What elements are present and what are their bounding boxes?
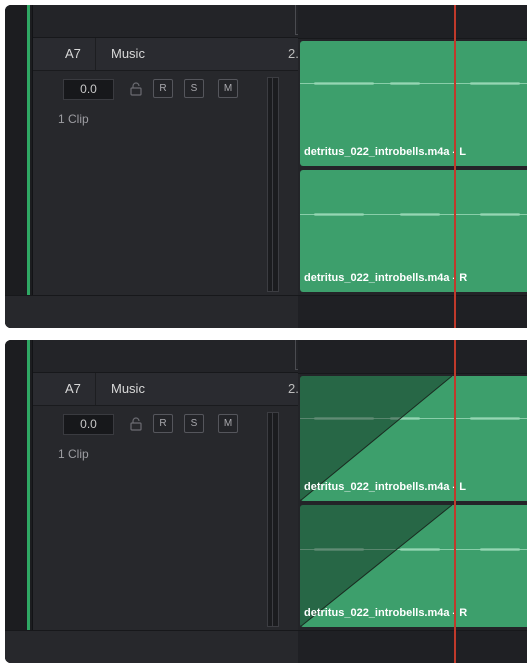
playhead[interactable]: [454, 5, 456, 328]
audio-level-meter: [267, 412, 279, 627]
audio-clip-left[interactable]: detritus_022_introbells.m4a - L: [300, 376, 527, 501]
track-color-indicator: [27, 340, 30, 630]
track-name[interactable]: Music: [111, 46, 145, 61]
timeline-panel-2: A7 Music 2.0 0.0 R S M 1 Clip detritus_: [5, 340, 527, 663]
playhead[interactable]: [454, 340, 456, 663]
track-color-indicator: [27, 5, 30, 295]
mute-button[interactable]: M: [218, 414, 238, 433]
record-arm-button[interactable]: R: [153, 414, 173, 433]
mute-button[interactable]: M: [218, 79, 238, 98]
clip-count: 1 Clip: [58, 112, 89, 126]
timeline-panel-1: A7 Music 2.0 0.0 R S M 1 Clip detritus_0…: [5, 5, 527, 328]
track-header: A7 Music 2.0 0.0 R S M 1 Clip: [5, 5, 307, 328]
lock-icon[interactable]: [129, 417, 143, 431]
clip-name: detritus_022_introbells.m4a - L: [304, 481, 466, 493]
track-header: A7 Music 2.0 0.0 R S M 1 Clip: [5, 340, 307, 663]
track-label-row[interactable]: A7 Music 2.0: [33, 38, 306, 71]
solo-button[interactable]: S: [184, 79, 204, 98]
track-id: A7: [65, 46, 81, 61]
track-volume-field[interactable]: 0.0: [63, 79, 114, 100]
track-label-row[interactable]: A7 Music 2.0: [33, 373, 306, 406]
track-id: A7: [65, 381, 81, 396]
timeline-area[interactable]: detritus_022_introbells.m4a - L detritus…: [298, 5, 527, 328]
clip-name: detritus_022_introbells.m4a - R: [304, 607, 468, 619]
clip-name: detritus_022_introbells.m4a - L: [304, 146, 466, 158]
lock-icon[interactable]: [129, 82, 143, 96]
clip-count: 1 Clip: [58, 447, 89, 461]
solo-button[interactable]: S: [184, 414, 204, 433]
audio-clip-right[interactable]: detritus_022_introbells.m4a - R: [300, 170, 527, 292]
clip-name: detritus_022_introbells.m4a - R: [304, 272, 468, 284]
audio-clip-right[interactable]: detritus_022_introbells.m4a - R: [300, 505, 527, 627]
track-volume-field[interactable]: 0.0: [63, 414, 114, 435]
record-arm-button[interactable]: R: [153, 79, 173, 98]
audio-level-meter: [267, 77, 279, 292]
timeline-area[interactable]: detritus_022_introbells.m4a - L detritus…: [298, 340, 527, 663]
audio-clip-left[interactable]: detritus_022_introbells.m4a - L: [300, 41, 527, 166]
track-name[interactable]: Music: [111, 381, 145, 396]
